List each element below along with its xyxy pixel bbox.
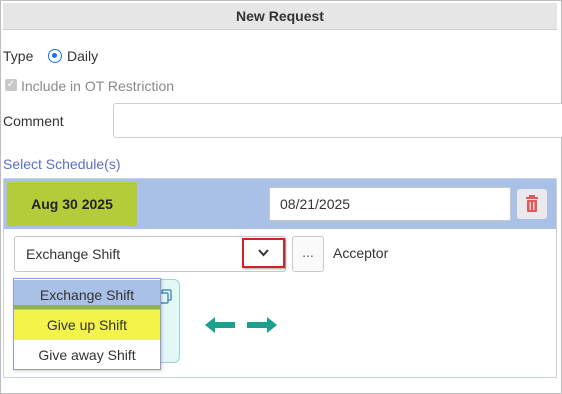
selected-indicator	[14, 305, 160, 309]
more-button[interactable]: ...	[292, 236, 324, 272]
radio-dot	[52, 53, 57, 58]
trash-icon	[526, 195, 538, 212]
arrow-right-icon[interactable]	[245, 317, 277, 333]
daily-radio[interactable]	[48, 49, 62, 63]
include-ot-checkbox[interactable]: ✓	[5, 79, 17, 91]
type-label: Type	[3, 48, 34, 64]
schedule-date: Aug 30 2025	[7, 182, 137, 226]
chevron-down-icon	[258, 249, 269, 257]
option-give-up-shift[interactable]: Give up Shift	[14, 310, 160, 340]
select-schedule-label: Select Schedule(s)	[3, 156, 121, 172]
arrow-left-icon[interactable]	[205, 317, 237, 333]
daily-radio-label[interactable]: Daily	[67, 48, 98, 64]
comment-input[interactable]	[113, 103, 562, 138]
acceptor-label: Acceptor	[333, 245, 389, 261]
dropdown-toggle-button[interactable]	[242, 238, 285, 268]
schedule-header: Aug 30 2025 08/21/2025	[4, 179, 556, 229]
dialog-title: New Request	[3, 3, 557, 30]
date-input[interactable]: 08/21/2025	[269, 187, 511, 221]
shift-type-dropdown: Exchange Shift Give up Shift Give away S…	[13, 278, 161, 370]
include-ot-label: Include in OT Restriction	[21, 78, 175, 94]
delete-button[interactable]	[517, 189, 547, 219]
option-give-away-shift[interactable]: Give away Shift	[14, 340, 160, 370]
comment-label: Comment	[3, 113, 64, 129]
